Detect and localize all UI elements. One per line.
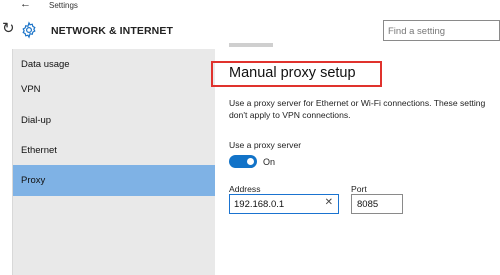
sidebar-item-ethernet[interactable]: Ethernet — [13, 135, 215, 166]
address-label: Address — [229, 184, 261, 194]
refresh-icon: ↻ — [2, 20, 15, 37]
sidebar-item-proxy[interactable]: Proxy — [13, 165, 215, 196]
port-field[interactable] — [351, 194, 403, 214]
section-title: NETWORK & INTERNET — [51, 25, 173, 37]
proxy-description: Use a proxy server for Ethernet or Wi-Fi… — [229, 97, 500, 121]
toggle-state-text: On — [263, 157, 276, 167]
sidebar-item-vpn[interactable]: VPN — [13, 74, 215, 105]
back-arrow-icon[interactable]: ← — [20, 0, 31, 10]
description-line-1: Use a proxy server for Ethernet or Wi-Fi… — [229, 98, 486, 108]
port-input[interactable] — [357, 198, 399, 211]
gear-icon — [22, 21, 36, 39]
toggle-label: Use a proxy server — [229, 140, 302, 150]
sidebar-item-dial-up[interactable]: Dial-up — [13, 105, 215, 136]
window-title: Settings — [49, 1, 78, 10]
search-box[interactable] — [383, 20, 500, 41]
description-line-2: don't apply to VPN connections. — [229, 110, 351, 120]
toggle-knob — [247, 158, 254, 165]
address-input[interactable] — [234, 198, 320, 211]
use-proxy-toggle[interactable] — [229, 155, 257, 168]
address-field[interactable]: ✕ — [229, 194, 339, 214]
search-input[interactable] — [388, 24, 498, 38]
clear-icon[interactable]: ✕ — [325, 197, 333, 208]
sidebar: Data usage VPN Dial-up Ethernet Proxy — [13, 49, 215, 275]
page-heading: Manual proxy setup — [229, 65, 356, 81]
main-content: Manual proxy setup Use a proxy server fo… — [211, 43, 500, 275]
window-edge — [0, 49, 13, 275]
title-bar: ← Settings — [0, 0, 500, 13]
previous-control-edge — [229, 43, 273, 47]
port-label: Port — [351, 184, 367, 194]
